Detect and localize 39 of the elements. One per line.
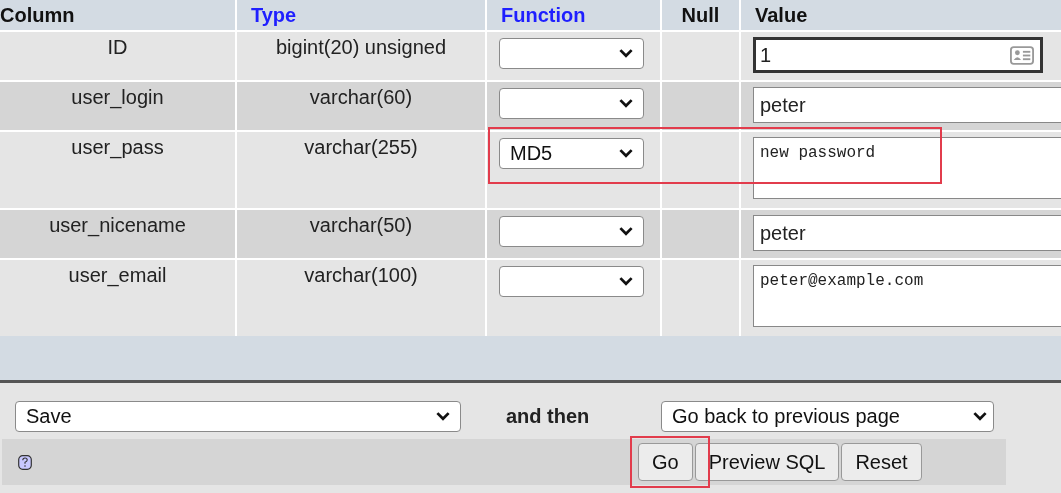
function-dropdown[interactable]: MD5 (499, 138, 644, 169)
value-field[interactable]: 1 (753, 37, 1043, 73)
chevron-icon (619, 99, 633, 108)
value-textarea[interactable]: peter@example.com (753, 265, 1061, 327)
help-icon[interactable] (18, 454, 32, 470)
chevron-icon (436, 411, 450, 421)
function-dropdown[interactable] (499, 38, 644, 69)
table-cell: varchar(60) (309, 86, 413, 109)
column-header: Column (0, 3, 75, 27)
table-cell: ID (107, 36, 128, 59)
value-field[interactable]: peter (753, 87, 1061, 123)
table-cell: user_login (71, 86, 164, 109)
preview-sql-button[interactable]: Preview SQL (694, 443, 840, 481)
column-header: Value (755, 3, 808, 27)
function-dropdown[interactable] (499, 216, 644, 247)
chevron-icon (619, 149, 633, 158)
table-cell: varchar(50) (309, 214, 413, 237)
value-textarea[interactable]: new password (753, 137, 1061, 199)
function-dropdown[interactable] (499, 266, 644, 297)
chevron-icon (619, 49, 633, 58)
table-cell: bigint(20) unsigned (275, 36, 447, 59)
reset-button[interactable]: Reset (841, 443, 922, 481)
table-cell: varchar(255) (304, 136, 418, 159)
column-header-link[interactable]: Type (251, 3, 297, 27)
chevron-icon (619, 277, 633, 286)
after-dropdown[interactable]: Go back to previous page (661, 400, 994, 432)
function-dropdown[interactable] (499, 88, 644, 119)
table-cell: user_email (68, 264, 167, 287)
table-cell: user_pass (71, 136, 164, 159)
value-field[interactable]: peter (753, 215, 1061, 251)
table-cell: varchar(100) (304, 264, 418, 287)
contact-card-icon (1010, 45, 1034, 65)
chevron-icon (973, 411, 987, 421)
column-header: Null (681, 3, 720, 27)
chevron-icon (619, 227, 633, 236)
and-then-label: and then (506, 404, 591, 428)
action-dropdown[interactable]: Save (15, 400, 461, 432)
go-button[interactable]: Go (638, 443, 693, 481)
table-cell: user_nicename (49, 214, 186, 237)
